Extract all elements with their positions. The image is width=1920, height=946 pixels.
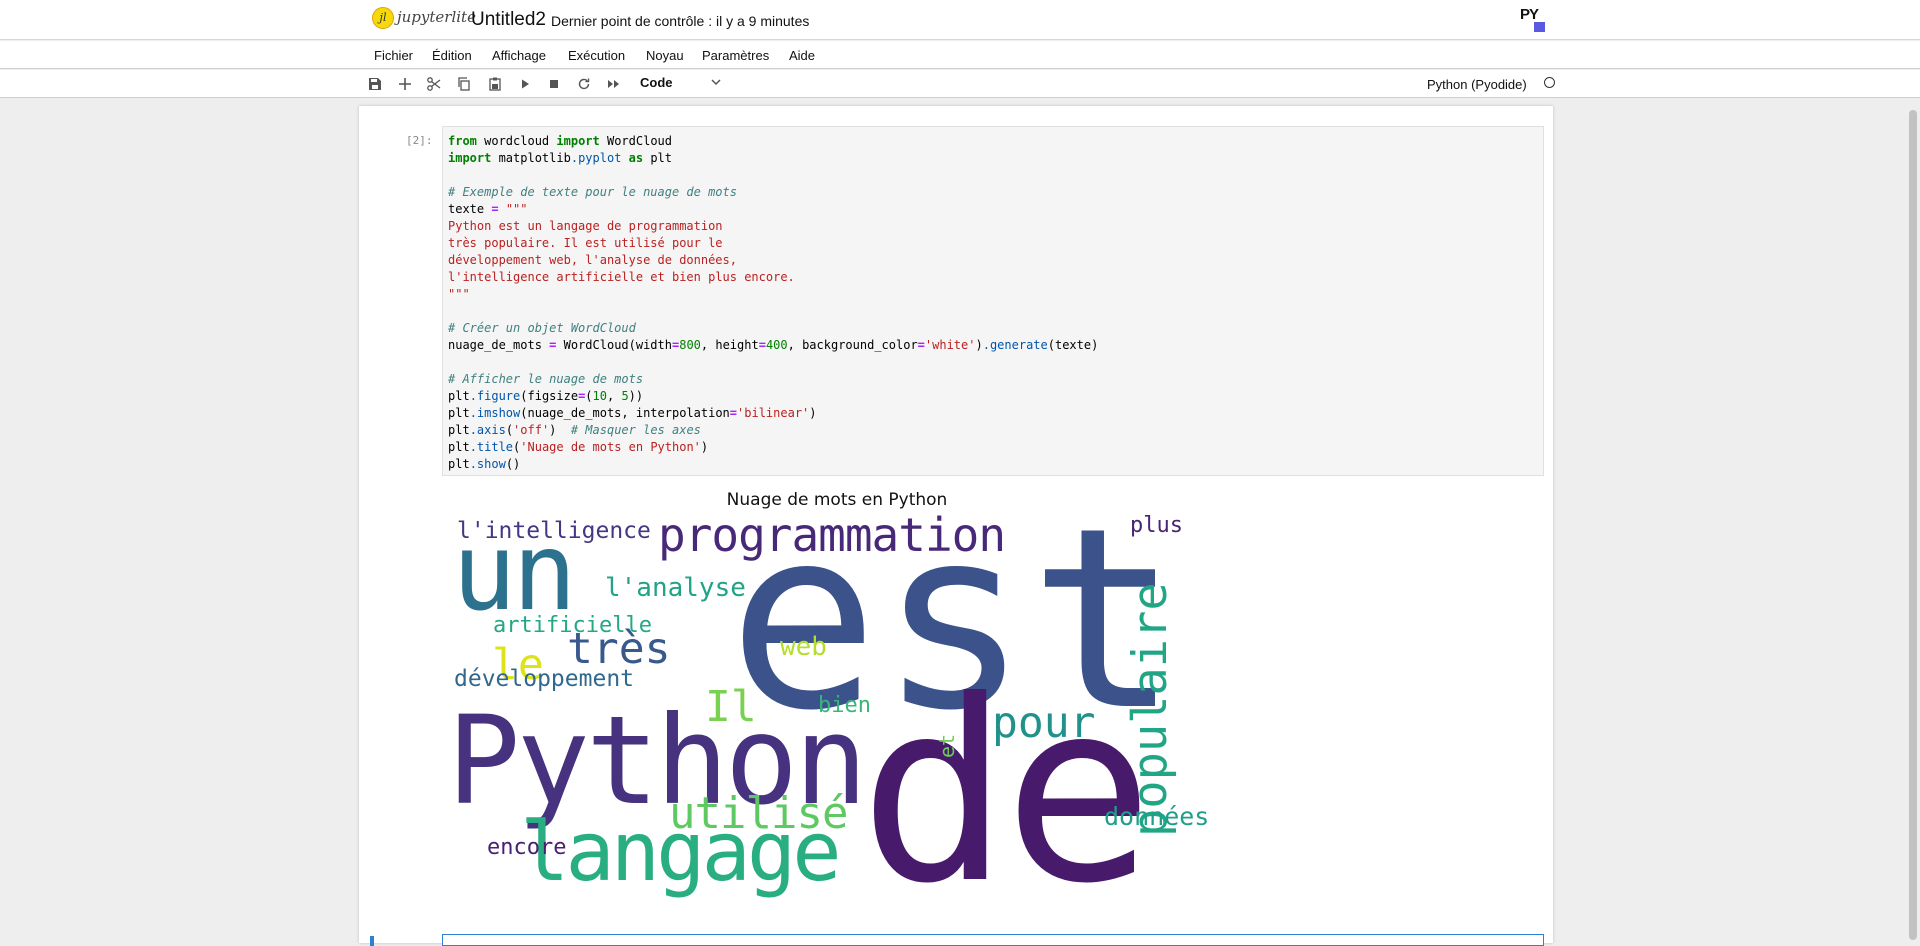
word-et: et <box>935 733 959 758</box>
scrollbar-thumb[interactable] <box>1909 110 1917 940</box>
menu-edition[interactable]: Édition <box>432 48 472 63</box>
code-line: plt.figure(figsize=(10, 5)) <box>448 389 644 403</box>
jupyter-bulb-icon: jl <box>372 7 394 29</box>
code-token: .title <box>469 440 514 454</box>
pyodide-badge-icon <box>1534 22 1545 32</box>
code-token: """ <box>505 202 528 216</box>
code-token: .show <box>469 457 506 471</box>
stop-icon[interactable] <box>546 76 562 92</box>
menu-affichage[interactable]: Affichage <box>492 48 546 63</box>
code-token: .imshow <box>469 406 521 420</box>
code-token: 'Nuage de mots en Python' <box>520 440 701 454</box>
cell-type-dropdown[interactable]: Code <box>640 75 722 93</box>
word-artificielle: artificielle <box>493 613 652 638</box>
top-bar: jl jupyterlite Untitled2 Dernier point d… <box>0 0 1920 40</box>
code-token: 'bilinear' <box>737 406 810 420</box>
code-token: 400 <box>765 338 788 352</box>
word-il: Il <box>705 682 757 732</box>
code-token: .figure <box>469 389 521 403</box>
code-line: nuage_de_mots = WordCloud(width=800, hei… <box>448 338 1099 352</box>
code-token: from <box>448 134 477 148</box>
code-line: plt.show() <box>448 457 521 471</box>
pyodide-logo-text: PY <box>1520 6 1539 23</box>
add-icon[interactable] <box>397 76 413 92</box>
chevron-down-icon <box>710 76 722 88</box>
word-cloud: est de Python un langage programmation p… <box>442 482 1242 903</box>
code-line: texte = """ <box>448 202 528 216</box>
kernel-name[interactable]: Python (Pyodide) <box>1427 77 1527 92</box>
notebook-toolbar: Code Python (Pyodide) <box>0 70 1920 98</box>
code-token: import <box>448 151 492 165</box>
code-line: """ <box>448 287 470 301</box>
word-donnees: données <box>1104 802 1210 831</box>
code-token: # Masquer les axes <box>570 423 701 437</box>
cell-type-label: Code <box>640 75 673 90</box>
logo-text: jupyterlite <box>397 8 476 26</box>
pyodide-logo: PY <box>1520 6 1546 32</box>
word-utilise: utilisé <box>669 788 848 839</box>
code-token: 10 <box>592 389 607 403</box>
copy-icon[interactable] <box>456 76 472 92</box>
next-code-cell[interactable] <box>442 934 1544 946</box>
paste-icon[interactable] <box>487 76 503 92</box>
code-token: 'off' <box>513 423 550 437</box>
cell-prompt: [2]: <box>406 134 433 147</box>
code-line: # Afficher le nuage de mots <box>448 372 644 386</box>
checkpoint-status: Dernier point de contrôle : il y a 9 min… <box>551 13 810 29</box>
code-token: 5 <box>621 389 629 403</box>
save-icon[interactable] <box>367 76 383 92</box>
code-token: .pyplot <box>570 151 622 165</box>
code-line: l'intelligence artificielle et bien plus… <box>448 270 795 284</box>
word-developpement: développement <box>454 666 635 692</box>
code-line: plt.imshow(nuage_de_mots, interpolation=… <box>448 406 817 420</box>
code-line: plt.axis('off') # Masquer les axes <box>448 423 701 437</box>
menu-parametres[interactable]: Paramètres <box>702 48 769 63</box>
code-line: Python est un langage de programmation <box>448 219 723 233</box>
word-l-intelligence: l'intelligence <box>457 518 651 544</box>
menu-noyau[interactable]: Noyau <box>646 48 684 63</box>
code-token: import <box>556 134 600 148</box>
code-line: import matplotlib.pyplot as plt <box>448 151 673 165</box>
word-bien: bien <box>818 693 871 718</box>
menu-execution[interactable]: Exécution <box>568 48 625 63</box>
menu-bar: Fichier Édition Affichage Exécution Noya… <box>0 41 1920 69</box>
cut-icon[interactable] <box>426 76 442 92</box>
word-programmation: programmation <box>658 508 1006 562</box>
code-content: from wordcloud import WordCloud import m… <box>448 133 1098 473</box>
code-token: = <box>491 202 499 216</box>
code-token: 800 <box>679 338 701 352</box>
word-web: web <box>780 632 827 662</box>
code-token: .axis <box>469 423 506 437</box>
run-icon[interactable] <box>517 76 533 92</box>
code-line: # Créer un objet WordCloud <box>448 321 636 335</box>
code-cell-editor[interactable]: from wordcloud import WordCloud import m… <box>442 126 1544 476</box>
code-line: très populaire. Il est utilisé pour le <box>448 236 723 250</box>
word-populaire: populaire <box>1123 582 1178 837</box>
document-title[interactable]: Untitled2 <box>471 9 546 31</box>
word-plus: plus <box>1130 513 1183 538</box>
word-l-analyse: l'analyse <box>605 573 746 603</box>
code-token: as <box>628 151 644 165</box>
jupyterlite-logo[interactable]: jl jupyterlite <box>372 6 476 34</box>
code-token: = <box>917 338 925 352</box>
code-line: plt.title('Nuage de mots en Python') <box>448 440 709 454</box>
code-token: 'white' <box>924 338 976 352</box>
code-token: .generate <box>982 338 1048 352</box>
code-token: = <box>758 338 766 352</box>
word-encore: encore <box>487 835 567 860</box>
code-token: = <box>578 389 586 403</box>
code-line: from wordcloud import WordCloud <box>448 134 672 148</box>
code-line: développement web, l'analyse de données, <box>448 253 737 267</box>
active-cell-indicator <box>370 936 374 946</box>
word-pour: pour <box>992 698 1096 748</box>
kernel-status-icon <box>1544 77 1555 88</box>
code-token: = <box>729 406 738 420</box>
restart-icon[interactable] <box>576 76 592 92</box>
output-figure: Nuage de mots en Python est de Python un… <box>442 482 1242 902</box>
menu-aide[interactable]: Aide <box>789 48 815 63</box>
menu-fichier[interactable]: Fichier <box>374 48 413 63</box>
code-token: = <box>549 338 557 352</box>
code-line: # Exemple de texte pour le nuage de mots <box>448 185 737 199</box>
fast-forward-icon[interactable] <box>606 76 622 92</box>
